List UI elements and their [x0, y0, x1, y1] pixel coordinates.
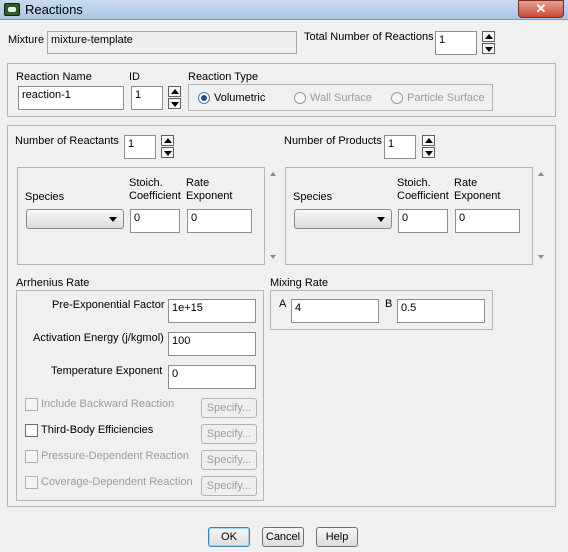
window-title: Reactions — [25, 2, 83, 17]
scroll-down-icon[interactable] — [270, 255, 276, 259]
reaction-id-input[interactable]: 1 — [131, 86, 163, 110]
title-bar: Reactions ✕ — [0, 0, 568, 20]
scroll-up-icon[interactable] — [270, 172, 276, 176]
mixing-a-input[interactable]: 4 — [291, 299, 379, 323]
spin-down-icon[interactable] — [422, 147, 435, 158]
cancel-button[interactable]: Cancel — [262, 527, 304, 547]
total-reactions-label: Total Number of Reactions — [304, 31, 434, 43]
third-body-checkbox[interactable] — [25, 424, 38, 437]
reactants-count-label: Number of Reactants — [15, 135, 119, 147]
reactants-stoich-header-2: Coefficient — [129, 190, 181, 202]
reactants-stoich-input[interactable]: 0 — [130, 209, 180, 233]
mixing-rate-panel: A 4 B 0.5 — [270, 290, 493, 330]
activation-energy-label: Activation Energy (j/kgmol) — [33, 332, 164, 344]
main-panel: Number of Reactants 1 Species Stoich. Co… — [7, 125, 556, 507]
reaction-name-input[interactable]: reaction-1 — [18, 86, 124, 110]
third-body-label: Third-Body Efficiencies — [41, 424, 154, 436]
radio-volumetric[interactable] — [198, 92, 210, 104]
reactants-count-spinner[interactable] — [161, 135, 174, 159]
radio-particle-surface[interactable] — [391, 92, 403, 104]
mixing-b-label: B — [385, 298, 393, 310]
radio-wall-surface-label: Wall Surface — [310, 92, 372, 104]
products-table: Species Stoich. Coefficient Rate Exponen… — [285, 167, 533, 265]
reactants-stoich-header-1: Stoich. — [129, 177, 163, 189]
products-rate-input[interactable]: 0 — [455, 209, 520, 233]
temperature-exponent-input[interactable]: 0 — [168, 365, 256, 389]
help-button[interactable]: Help — [316, 527, 358, 547]
reactants-rate-header-2: Exponent — [186, 190, 233, 202]
backward-reaction-label: Include Backward Reaction — [41, 398, 175, 410]
chevron-down-icon — [377, 217, 385, 222]
app-icon — [4, 3, 20, 16]
mixture-field: mixture-template — [47, 31, 297, 54]
backward-reaction-checkbox[interactable] — [25, 398, 38, 411]
reaction-id-spinner[interactable] — [168, 86, 181, 110]
reactants-scrollbar[interactable] — [267, 167, 279, 265]
total-reactions-field[interactable]: 1 — [435, 31, 477, 55]
spin-up-icon[interactable] — [168, 86, 181, 97]
arrhenius-title: Arrhenius Rate — [16, 277, 90, 289]
mixing-a-label: A — [279, 298, 287, 310]
products-stoich-input[interactable]: 0 — [398, 209, 448, 233]
radio-volumetric-label: Volumetric — [214, 92, 266, 104]
spin-down-icon[interactable] — [168, 98, 181, 109]
spin-up-icon[interactable] — [422, 135, 435, 146]
products-rate-header-1: Rate — [454, 177, 478, 189]
reaction-name-label: Reaction Name — [16, 71, 92, 83]
coverage-dependent-label: Coverage-Dependent Reaction — [41, 476, 193, 488]
reaction-type-label: Reaction Type — [188, 71, 259, 83]
mixing-rate-title: Mixing Rate — [270, 277, 329, 289]
temperature-exponent-label: Temperature Exponent — [51, 365, 163, 377]
reaction-panel: Reaction Name reaction-1 ID 1 Reaction T… — [7, 63, 556, 117]
total-reactions-spinner[interactable] — [482, 31, 495, 55]
coverage-dependent-checkbox[interactable] — [25, 476, 38, 489]
pre-exponential-label: Pre-Exponential Factor — [52, 299, 165, 311]
specify-coverage-button[interactable]: Specify... — [201, 476, 257, 496]
spin-down-icon[interactable] — [161, 147, 174, 158]
reaction-id-label: ID — [129, 71, 140, 83]
pressure-dependent-label: Pressure-Dependent Reaction — [41, 450, 189, 462]
reactants-species-header: Species — [25, 191, 65, 203]
products-count-label: Number of Products — [284, 135, 382, 147]
specify-pressure-button[interactable]: Specify... — [201, 450, 257, 470]
chevron-down-icon — [109, 217, 117, 222]
scroll-down-icon[interactable] — [538, 255, 544, 259]
radio-wall-surface[interactable] — [294, 92, 306, 104]
pressure-dependent-checkbox[interactable] — [25, 450, 38, 463]
mixing-b-input[interactable]: 0.5 — [397, 299, 485, 323]
close-button[interactable]: ✕ — [518, 0, 564, 18]
reactants-rate-input[interactable]: 0 — [187, 209, 252, 233]
products-count-field[interactable]: 1 — [384, 135, 416, 159]
reactants-rate-header-1: Rate — [186, 177, 210, 189]
products-rate-header-2: Exponent — [454, 190, 501, 202]
products-species-header: Species — [293, 191, 333, 203]
reactants-count-field[interactable]: 1 — [124, 135, 156, 159]
scroll-up-icon[interactable] — [538, 172, 544, 176]
products-species-dropdown[interactable] — [294, 209, 392, 229]
pre-exponential-input[interactable]: 1e+15 — [168, 299, 256, 323]
activation-energy-input[interactable]: 100 — [168, 332, 256, 356]
reactants-table: Species Stoich. Coefficient Rate Exponen… — [17, 167, 265, 265]
products-stoich-header-2: Coefficient — [397, 190, 449, 202]
reactants-species-dropdown[interactable] — [26, 209, 124, 229]
reaction-type-group: Volumetric Wall Surface Particle Surface — [188, 84, 493, 111]
arrhenius-panel: Pre-Exponential Factor 1e+15 Activation … — [16, 290, 264, 501]
ok-button[interactable]: OK — [208, 527, 250, 547]
products-count-spinner[interactable] — [422, 135, 435, 159]
spin-up-icon[interactable] — [161, 135, 174, 146]
specify-third-body-button[interactable]: Specify... — [201, 424, 257, 444]
radio-particle-surface-label: Particle Surface — [407, 92, 485, 104]
products-scrollbar[interactable] — [535, 167, 547, 265]
mixture-label: Mixture — [8, 34, 45, 46]
spin-down-icon[interactable] — [482, 43, 495, 54]
spin-up-icon[interactable] — [482, 31, 495, 42]
products-stoich-header-1: Stoich. — [397, 177, 431, 189]
specify-backward-button[interactable]: Specify... — [201, 398, 257, 418]
